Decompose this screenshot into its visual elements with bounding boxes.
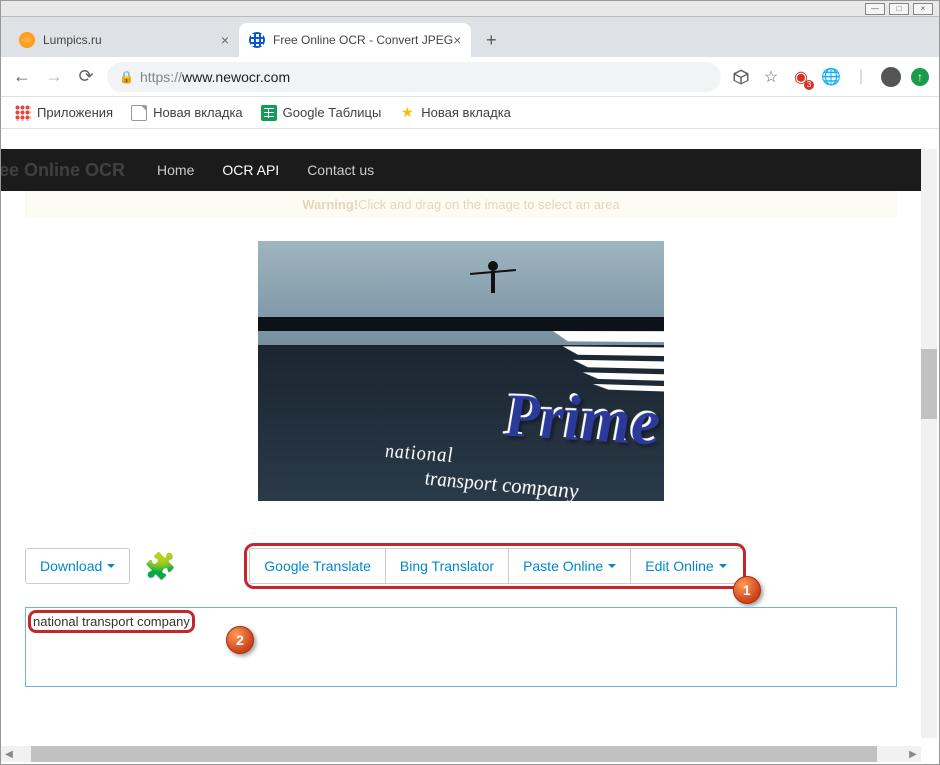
window-maximize-button[interactable]: □ [889, 3, 909, 15]
tab-title: Free Online OCR - Convert JPEG [273, 33, 453, 47]
horizontal-scrollbar[interactable]: ◀ ▶ [1, 746, 921, 762]
warning-text: Click and drag on the image to select an… [358, 197, 620, 212]
button-label: Paste Online [523, 558, 603, 574]
window-close-button[interactable]: × [913, 3, 933, 15]
url-scheme: https:// [140, 69, 182, 85]
url-host: www.newocr.com [182, 69, 290, 85]
tab-lumpics[interactable]: Lumpics.ru × [9, 23, 239, 57]
button-label: Edit Online [645, 558, 713, 574]
bing-translator-button[interactable]: Bing Translator [385, 548, 508, 584]
translate-button-group: Google Translate Bing Translator Paste O… [244, 543, 745, 589]
extension-icon[interactable]: ◉3 [791, 67, 811, 87]
close-icon[interactable]: × [453, 32, 461, 48]
result-toolbar: Download 🧩 Google Translate Bing Transla… [25, 543, 897, 589]
bookmarks-bar: Приложения Новая вкладка Google Таблицы … [1, 97, 939, 129]
ocr-image[interactable]: Prime national transport company [258, 241, 664, 501]
warning-label: Warning! [302, 197, 358, 212]
bookmark-label: Новая вкладка [421, 105, 511, 120]
scrollbar-thumb[interactable] [921, 349, 937, 419]
bookmark-label: Google Таблицы [283, 105, 382, 120]
addressbar-icons: ☆ ◉3 🌐 | ↑ [731, 67, 929, 87]
menu-divider: | [851, 67, 871, 87]
caret-icon [107, 564, 115, 568]
result-text: national transport company [33, 614, 190, 629]
translate-icon[interactable] [731, 67, 751, 87]
bookmark-apps[interactable]: Приложения [15, 105, 113, 121]
extension-green-icon[interactable]: ↑ [911, 68, 929, 86]
sheets-icon [261, 105, 277, 121]
sign-line1: national [385, 439, 453, 468]
scroll-right-button[interactable]: ▶ [905, 746, 921, 762]
download-button[interactable]: Download [25, 548, 130, 584]
scrollbar-thumb[interactable] [31, 746, 877, 762]
edit-online-button[interactable]: Edit Online [630, 548, 740, 584]
star-icon[interactable]: ☆ [761, 67, 781, 87]
lock-icon: 🔒 [119, 70, 134, 84]
new-tab-button[interactable]: + [477, 26, 505, 54]
window-minimize-button[interactable]: — [865, 3, 885, 15]
address-bar: ← → ⟳ 🔒 https://www.newocr.com ☆ ◉3 🌐 | … [1, 57, 939, 97]
paste-online-button[interactable]: Paste Online [508, 548, 630, 584]
site-nav: ee Online OCR Home OCR API Contact us [1, 149, 921, 191]
caret-icon [608, 564, 616, 568]
tab-title: Lumpics.ru [43, 33, 102, 47]
button-label: Bing Translator [400, 558, 494, 574]
tab-newocr[interactable]: Free Online OCR - Convert JPEG × [239, 23, 471, 57]
sign-brand: Prime [505, 381, 661, 462]
close-icon[interactable]: × [221, 32, 229, 48]
warning-strip: Warning! Click and drag on the image to … [25, 191, 897, 217]
file-icon [131, 105, 147, 121]
favicon-grid-icon [249, 32, 265, 48]
globe-icon[interactable]: 🌐 [821, 67, 841, 87]
bookmark-label: Новая вкладка [153, 105, 243, 120]
forward-button[interactable]: → [43, 66, 65, 88]
tab-bar: Lumpics.ru × Free Online OCR - Convert J… [1, 17, 939, 57]
nav-contact[interactable]: Contact us [293, 162, 388, 178]
extension-badge: 3 [804, 80, 814, 90]
favicon-orange-icon [19, 32, 35, 48]
scroll-left-button[interactable]: ◀ [1, 746, 17, 762]
result-textarea[interactable]: national transport company 2 [25, 607, 897, 687]
callout-1: 1 [733, 576, 761, 604]
nav-ocr-api[interactable]: OCR API [208, 162, 293, 178]
puzzle-icon[interactable]: 🧩 [144, 550, 176, 582]
bookmark-newtab2[interactable]: ★ Новая вкладка [399, 105, 511, 121]
site-logo[interactable]: ee Online OCR [1, 160, 143, 181]
bookmark-newtab1[interactable]: Новая вкладка [131, 105, 243, 121]
bookmark-label: Приложения [37, 105, 113, 120]
button-label: Google Translate [264, 558, 371, 574]
sign-line2: transport company [425, 466, 579, 501]
callout-2: 2 [226, 626, 254, 654]
vertical-scrollbar[interactable] [921, 149, 937, 738]
google-translate-button[interactable]: Google Translate [249, 548, 385, 584]
nav-home[interactable]: Home [143, 162, 208, 178]
page-content: ee Online OCR Home OCR API Contact us Wa… [1, 149, 921, 746]
caret-icon [719, 564, 727, 568]
person-silhouette [478, 261, 508, 321]
window-chrome: — □ × [1, 1, 939, 17]
back-button[interactable]: ← [11, 66, 33, 88]
bookmark-sheets[interactable]: Google Таблицы [261, 105, 382, 121]
button-label: Download [40, 558, 102, 574]
reload-button[interactable]: ⟳ [75, 66, 97, 88]
result-area: national transport company 2 [25, 607, 897, 687]
url-field[interactable]: 🔒 https://www.newocr.com [107, 62, 721, 92]
apps-icon [15, 105, 31, 121]
profile-avatar[interactable] [881, 67, 901, 87]
result-text-highlight: national transport company [28, 610, 195, 633]
star-bookmark-icon: ★ [399, 105, 415, 121]
